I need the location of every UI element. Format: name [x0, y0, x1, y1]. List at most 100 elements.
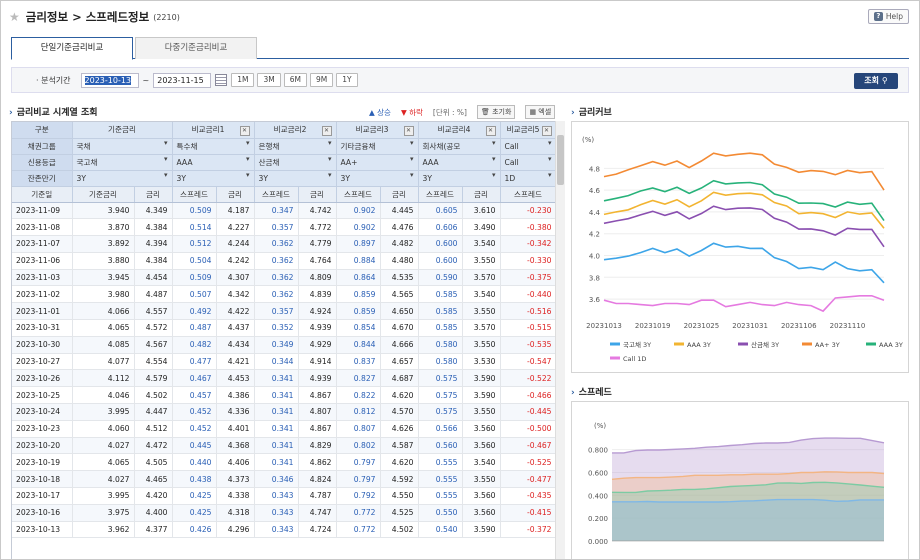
rate-cell: 4.066	[72, 302, 135, 321]
select-maturity-3[interactable]: 3Y	[254, 170, 337, 187]
select-maturity-2[interactable]: 3Y	[172, 170, 255, 187]
table-row[interactable]: 2023-10-30 4.085 4.567 0.482 4.434 0.349 4.929…	[12, 336, 557, 354]
table-row[interactable]: 2023-10-31 4.065 4.572 0.487 4.437 0.352 4.939…	[12, 319, 557, 337]
table-row[interactable]: 2023-11-06 3.880 4.384 0.504 4.242 0.362 4.764…	[12, 252, 557, 270]
column-header[interactable]: 스프레드	[500, 186, 557, 203]
rate-cell: 4.421	[216, 353, 255, 371]
spread-ytick: 0.800	[588, 447, 608, 455]
grid-scrollbar[interactable]	[555, 121, 565, 559]
select-bond-1[interactable]: 국채	[72, 138, 173, 155]
rate-cell: 4.434	[216, 336, 255, 354]
select-maturity-6[interactable]: 1D	[500, 170, 557, 187]
table-row[interactable]: 2023-10-16 3.975 4.400 0.425 4.318 0.343 4.747…	[12, 504, 557, 522]
period-6m-button[interactable]: 6M	[283, 73, 307, 87]
tab-multi-base[interactable]: 다중기준금리비교	[135, 37, 257, 59]
column-header[interactable]: 금리	[216, 186, 255, 203]
delete-column-icon[interactable]: ✕	[239, 125, 250, 136]
select-bond-6[interactable]: Call	[500, 138, 557, 155]
rate-cell: 4.862	[298, 453, 337, 472]
rate-cell: 4.687	[380, 369, 419, 388]
help-button[interactable]: ? Help	[867, 9, 909, 24]
period-3m-button[interactable]: 3M	[257, 73, 281, 87]
select-grade-4[interactable]: AA+	[336, 154, 419, 171]
delete-column-icon[interactable]: ✕	[321, 125, 332, 136]
spread-cell: -0.415	[500, 504, 557, 522]
grid-header-grade: 신용등급국고채AAA산금채AA+AAACall	[12, 154, 557, 171]
date-cell: 2023-10-30	[12, 336, 73, 354]
reset-button[interactable]: 🗑 초기화	[476, 105, 516, 119]
period-9m-button[interactable]: 9M	[309, 73, 334, 87]
select-maturity-1[interactable]: 3Y	[72, 170, 173, 187]
select-bond-5[interactable]: 회사채(공모	[418, 138, 501, 155]
table-row[interactable]: 2023-10-19 4.065 4.505 0.440 4.406 0.341 4.862…	[12, 453, 557, 472]
select-grade-3[interactable]: 산금채	[254, 154, 337, 171]
start-date-input[interactable]: 2023-10-13	[80, 72, 139, 88]
tab-single-base[interactable]: 단일기준금리비교	[11, 37, 133, 60]
select-maturity-4[interactable]: 3Y	[336, 170, 419, 187]
spread-cell: -0.380	[500, 218, 557, 237]
compare-header-6: 비교금리5 ✕	[500, 122, 557, 139]
date-cell: 2023-10-20	[12, 437, 73, 455]
spread-cell: 0.550	[418, 504, 463, 522]
rate-cell: 3.550	[462, 470, 501, 489]
table-row[interactable]: 2023-11-03 3.945 4.454 0.509 4.307 0.362 4.809…	[12, 269, 557, 287]
column-header[interactable]: 스프레드	[418, 186, 463, 203]
select-bond-3[interactable]: 은행채	[254, 138, 337, 155]
column-header[interactable]: 스프레드	[336, 186, 381, 203]
table-row[interactable]: 2023-10-25 4.046 4.502 0.457 4.386 0.341 4.867…	[12, 386, 557, 405]
select-grade-2[interactable]: AAA	[172, 154, 255, 171]
search-button[interactable]: 조회 ⚲	[854, 73, 898, 89]
spread-cell: 0.362	[254, 269, 299, 287]
select-bond-2[interactable]: 특수채	[172, 138, 255, 155]
table-row[interactable]: 2023-10-26 4.112 4.579 0.467 4.453 0.341 4.939…	[12, 369, 557, 388]
spread-cell: -0.445	[500, 403, 557, 421]
rate-cell: 4.065	[72, 453, 135, 472]
rate-cell: 4.670	[380, 319, 419, 337]
period-1y-button[interactable]: 1Y	[336, 73, 358, 87]
delete-column-icon[interactable]: ✕	[485, 125, 496, 136]
period-1m-button[interactable]: 1M	[231, 73, 255, 87]
spread-cell: 0.802	[336, 437, 381, 455]
column-header[interactable]: 금리	[462, 186, 501, 203]
table-row[interactable]: 2023-11-07 3.892 4.394 0.512 4.244 0.362 4.779…	[12, 235, 557, 253]
rate-cell: 4.512	[134, 420, 173, 438]
column-header[interactable]: 금리	[134, 186, 173, 203]
rate-cell: 4.406	[216, 453, 255, 472]
column-header[interactable]: 기준금리	[72, 186, 135, 203]
select-grade-5[interactable]: AAA	[418, 154, 501, 171]
favorite-star-icon[interactable]: ★	[9, 10, 20, 24]
table-row[interactable]: 2023-10-20 4.027 4.472 0.445 4.368 0.341 4.829…	[12, 437, 557, 455]
spread-cell: 0.555	[418, 470, 463, 489]
calendar-icon[interactable]	[215, 74, 228, 86]
table-row[interactable]: 2023-11-08 3.870 4.384 0.514 4.227 0.357 4.772…	[12, 218, 557, 237]
spread-chart: (%)0.8000.6000.4000.2000.000-0.200	[588, 422, 885, 546]
table-row[interactable]: 2023-11-01 4.066 4.557 0.492 4.422 0.357 4.924…	[12, 302, 557, 321]
spread-panel: (%)0.8000.6000.4000.2000.000-0.200	[571, 401, 909, 559]
spread-cell: -0.522	[500, 369, 557, 388]
table-row[interactable]: 2023-11-09 3.940 4.349 0.509 4.187 0.347 4.742…	[12, 202, 557, 220]
table-row[interactable]: 2023-11-02 3.980 4.487 0.507 4.342 0.362 4.839…	[12, 285, 557, 304]
delete-column-icon[interactable]: ✕	[541, 125, 552, 136]
select-bond-4[interactable]: 기타금융채	[336, 138, 419, 155]
column-header[interactable]: 기준일	[12, 186, 73, 203]
select-maturity-5[interactable]: 3Y	[418, 170, 501, 187]
table-row[interactable]: 2023-10-24 3.995 4.447 0.452 4.336 0.341 4.807…	[12, 403, 557, 421]
table-row[interactable]: 2023-10-17 3.995 4.420 0.425 4.338 0.343 4.787…	[12, 487, 557, 505]
column-header[interactable]: 스프레드	[254, 186, 299, 203]
table-row[interactable]: 2023-10-27 4.077 4.554 0.477 4.421 0.344 4.914…	[12, 353, 557, 371]
select-grade-1[interactable]: 국고채	[72, 154, 173, 171]
rate-cell: 4.465	[134, 470, 173, 489]
column-header[interactable]: 금리	[380, 186, 419, 203]
rate-cell: 4.227	[216, 218, 255, 237]
column-header[interactable]: 스프레드	[172, 186, 217, 203]
table-row[interactable]: 2023-10-18 4.027 4.465 0.438 4.373 0.346 4.824…	[12, 470, 557, 489]
select-grade-6[interactable]: Call	[500, 154, 557, 171]
end-date-input[interactable]: 2023-11-15	[153, 72, 212, 88]
rate-cell: 4.377	[134, 521, 173, 539]
delete-column-icon[interactable]: ✕	[403, 125, 414, 136]
table-row[interactable]: 2023-10-13 3.962 4.377 0.426 4.296 0.343 4.724…	[12, 521, 557, 539]
excel-button[interactable]: ▦ 엑셀	[525, 105, 556, 119]
column-header[interactable]: 금리	[298, 186, 337, 203]
table-row[interactable]: 2023-10-23 4.060 4.512 0.452 4.401 0.341 4.867…	[12, 420, 557, 438]
grid-scroll-thumb[interactable]	[557, 135, 564, 185]
